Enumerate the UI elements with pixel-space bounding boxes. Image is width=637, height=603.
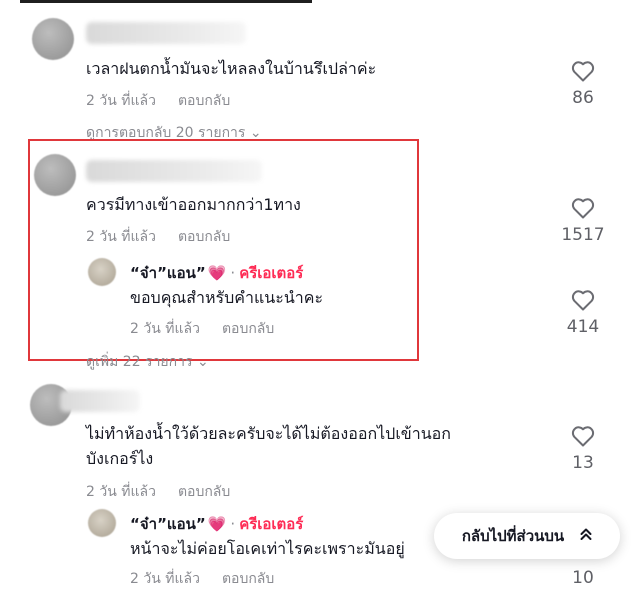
separator-dot: · <box>230 264 236 282</box>
reply-username[interactable]: “จ๋า”แอน” <box>130 264 206 282</box>
reply-button[interactable]: ตอบกลับ <box>222 571 274 587</box>
creator-badge: ครีเอเตอร์ <box>239 264 304 282</box>
reply-button[interactable]: ตอบกลับ <box>178 484 230 500</box>
username-blurred <box>86 160 262 182</box>
username-blurred <box>86 22 246 44</box>
comment-text-line1: ไม่ทำห้องน้ำใว้ด้วยละครับจะได้ไม่ต้องออก… <box>86 424 451 443</box>
comment-text: เวลาฝนตกน้ำมันจะไหลลงในบ้านรึเปล่าค่ะ <box>86 59 377 78</box>
like-count: 1517 <box>561 225 605 245</box>
reply-button[interactable]: ตอบกลับ <box>178 93 230 109</box>
like-button[interactable]: 86 <box>553 60 613 108</box>
heart-outline-icon <box>571 198 595 219</box>
reply-username[interactable]: “จ๋า”แอน” <box>130 515 206 533</box>
comment-time: 2 วัน ที่แล้ว <box>86 484 156 500</box>
like-count: 13 <box>572 453 594 473</box>
heart-emoji-icon: 💗 <box>207 264 227 282</box>
comment-text: ควรมีทางเข้าออกมากกว่า1ทาง <box>86 195 301 214</box>
creator-badge: ครีเอเตอร์ <box>239 515 304 533</box>
view-more-label: ดูเพิ่ม 22 รายการ <box>86 354 193 370</box>
back-to-top-label: กลับไปที่ส่วนบน <box>461 527 565 545</box>
creator-avatar[interactable] <box>88 258 116 286</box>
like-count: 414 <box>566 317 600 337</box>
heart-emoji-icon: 💗 <box>207 515 227 533</box>
reply-username-row: “จ๋า”แอน” 💗 · ครีเอเตอร์ <box>130 261 303 285</box>
like-button[interactable]: 414 <box>553 289 613 337</box>
comment-time: 2 วัน ที่แล้ว <box>86 93 156 109</box>
comment-meta: 2 วัน ที่แล้ว ตอบกลับ <box>86 90 252 112</box>
separator-dot: · <box>230 515 236 533</box>
view-more-link[interactable]: ดูเพิ่ม 22 รายการ ⌄ <box>86 351 209 373</box>
double-chevron-up-icon <box>580 527 592 545</box>
reply-time: 2 วัน ที่แล้ว <box>130 321 200 337</box>
comment-meta: 2 วัน ที่แล้ว ตอบกลับ <box>86 226 252 248</box>
avatar[interactable] <box>34 154 76 196</box>
reply-text: ขอบคุณสำหรับคำแนะนำคะ <box>130 288 324 307</box>
comment-time: 2 วัน ที่แล้ว <box>86 229 156 245</box>
creator-avatar[interactable] <box>88 509 116 537</box>
like-count: 86 <box>572 88 594 108</box>
heart-outline-icon <box>571 290 595 311</box>
like-button[interactable]: 1517 <box>553 197 613 245</box>
reply-meta: 2 วัน ที่แล้ว ตอบกลับ <box>130 318 296 340</box>
avatar[interactable] <box>32 18 74 60</box>
back-to-top-button[interactable]: กลับไปที่ส่วนบน <box>434 513 620 559</box>
reply-text: หน้าจะไม่ค่อยโอเคเท่าไรคะเพราะมันอยู่ <box>130 539 405 558</box>
heart-outline-icon <box>571 61 595 82</box>
reply-time: 2 วัน ที่แล้ว <box>130 571 200 587</box>
like-button[interactable]: 13 <box>553 425 613 473</box>
chevron-down-icon: ⌄ <box>196 354 209 370</box>
username-blurred <box>60 390 140 412</box>
comment-text-line2: บังเกอร์ไง <box>86 449 154 468</box>
like-count: 10 <box>572 568 594 588</box>
heart-outline-icon <box>571 426 595 447</box>
comment-meta: 2 วัน ที่แล้ว ตอบกลับ <box>86 481 252 503</box>
reply-button[interactable]: ตอบกลับ <box>178 229 230 245</box>
reply-meta: 2 วัน ที่แล้ว ตอบกลับ <box>130 568 296 590</box>
reply-button[interactable]: ตอบกลับ <box>222 321 274 337</box>
top-divider <box>20 0 312 3</box>
reply-username-row: “จ๋า”แอน” 💗 · ครีเอเตอร์ <box>130 512 303 536</box>
